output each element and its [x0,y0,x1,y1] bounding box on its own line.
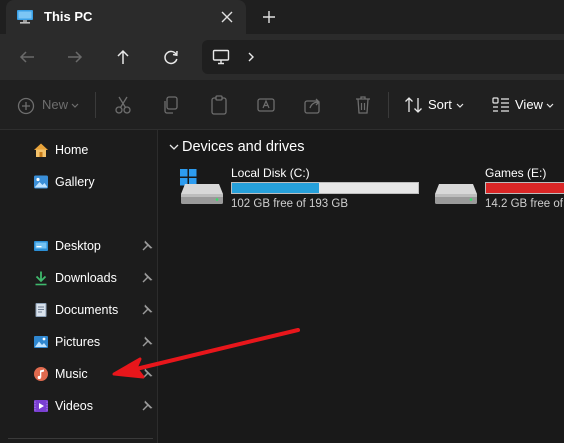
music-icon [34,367,48,381]
storage-bar [231,182,419,194]
delete-icon[interactable] [352,94,374,116]
new-button[interactable]: New [42,97,68,112]
computer-icon [212,49,230,65]
rename-icon[interactable] [255,94,277,116]
chevron-right-icon[interactable] [244,50,258,64]
cut-icon[interactable] [112,94,134,116]
desktop-icon [34,241,48,251]
sidebar-divider [8,438,153,439]
windows-drive-icon [180,169,223,204]
free-space-text: 102 GB free of 193 GB [231,198,348,210]
navigation-bar [0,34,564,80]
drive-c[interactable]: Local Disk (C:) 102 GB free of 193 GB [179,164,419,214]
chevron-down-icon[interactable] [455,94,465,116]
pictures-icon [34,336,48,348]
storage-bar [485,182,564,194]
new-tab-icon[interactable] [260,8,278,26]
navigation-pane: Home Gallery Desktop Downloads Documents… [0,130,158,443]
pin-icon[interactable] [141,303,154,316]
up-arrow-icon[interactable] [112,46,134,68]
pin-icon[interactable] [141,271,154,284]
close-icon[interactable] [218,8,236,26]
sidebar-item-downloads[interactable]: Downloads [28,265,156,291]
videos-icon [34,400,48,412]
pin-icon[interactable] [141,335,154,348]
sidebar-item-music[interactable]: Music [28,361,156,387]
share-icon[interactable] [302,94,324,116]
tab-this-pc[interactable]: This PC [6,0,246,34]
gallery-icon [34,175,48,189]
view-button[interactable]: View [515,97,543,112]
forward-arrow-icon[interactable] [64,46,86,68]
back-arrow-icon[interactable] [16,46,38,68]
drive-name: Local Disk (C:) [231,166,310,180]
copy-icon[interactable] [160,94,182,116]
tab-strip: This PC [0,0,564,34]
sidebar-item-documents[interactable]: Documents [28,297,156,323]
address-bar[interactable] [202,40,564,74]
sidebar-item-gallery[interactable]: Gallery [28,169,156,195]
this-pc-icon [17,10,33,24]
drive-name: Games (E:) [485,166,547,180]
refresh-icon[interactable] [160,46,182,68]
sidebar-item-pictures[interactable]: Pictures [28,329,156,355]
toolbar-divider [95,92,96,118]
main-content: Devices and drives Local Disk (C:) 102 G… [159,130,564,443]
storage-used-fill [232,183,320,193]
pin-icon[interactable] [141,367,154,380]
pin-icon[interactable] [141,399,154,412]
storage-used-fill [486,183,564,193]
section-title: Devices and drives [182,139,305,155]
documents-icon [35,303,47,317]
tab-title: This PC [44,9,93,24]
sidebar-item-videos[interactable]: Videos [28,393,156,419]
free-space-text: 14.2 GB free of [485,198,563,210]
toolbar-divider [388,92,389,118]
paste-icon[interactable] [208,94,230,116]
chevron-down-icon[interactable] [545,94,555,116]
chevron-down-icon[interactable] [168,141,180,153]
chevron-down-icon[interactable] [70,94,80,116]
pin-icon[interactable] [141,239,154,252]
home-icon [34,143,48,157]
drive-icon [435,184,477,204]
sidebar-item-home[interactable]: Home [28,137,156,163]
sort-button[interactable]: Sort [428,97,452,112]
drive-e[interactable]: Games (E:) 14.2 GB free of [433,164,564,214]
download-icon [35,271,47,286]
command-bar: New Sort View [0,80,564,130]
sidebar-item-desktop[interactable]: Desktop [28,233,156,259]
view-icon[interactable] [490,94,512,116]
plus-circle-icon[interactable] [16,94,36,116]
sort-icon[interactable] [403,94,425,116]
